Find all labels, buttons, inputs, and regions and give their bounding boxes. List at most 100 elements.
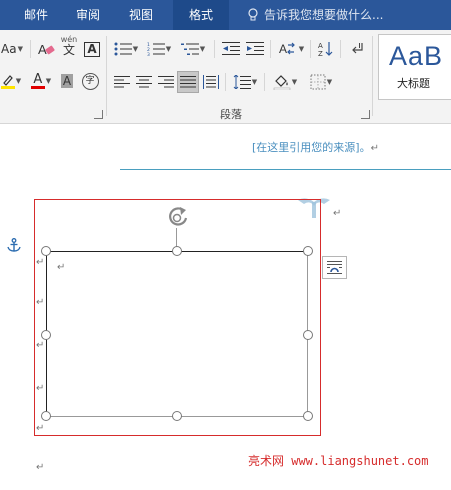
character-shading-icon: A	[60, 74, 74, 88]
decrease-indent-icon	[222, 42, 240, 55]
show-hide-marks-button[interactable]	[346, 38, 368, 60]
header-rule	[120, 169, 451, 170]
paint-bucket-icon	[273, 75, 291, 90]
highlighter-icon	[0, 75, 15, 89]
lightbulb-icon	[248, 8, 258, 21]
layout-options-icon	[327, 261, 342, 274]
tab-review[interactable]: 审阅	[65, 0, 111, 30]
align-right-button[interactable]	[156, 71, 176, 93]
svg-text:A: A	[279, 42, 287, 56]
character-border-icon: A	[84, 41, 100, 57]
divider	[225, 73, 226, 91]
divider	[270, 40, 271, 58]
align-left-button[interactable]	[112, 71, 132, 93]
resize-handle-top-right[interactable]	[303, 246, 313, 256]
paragraph-mark: ↵	[57, 262, 66, 273]
chinese-layout-button[interactable]: A ▼	[276, 38, 306, 60]
source-citation-text: [在这里引用您的来源]。	[252, 141, 371, 154]
divider	[310, 40, 311, 58]
numbering-icon: 123	[147, 42, 165, 56]
borders-icon	[310, 74, 326, 90]
divider	[30, 40, 31, 58]
svg-text:3: 3	[147, 52, 150, 56]
align-right-icon	[158, 76, 174, 88]
sort-icon: AZ	[318, 42, 333, 57]
ribbon-tab-bar: 邮件 审阅 视图 格式 告诉我您想要做什么...	[0, 0, 451, 30]
align-center-button[interactable]	[134, 71, 154, 93]
resize-handle-bottom-left[interactable]	[41, 411, 51, 421]
resize-handle-bottom-right[interactable]	[303, 411, 313, 421]
multilevel-list-icon	[180, 43, 199, 55]
change-case-button[interactable]: Aa ▼	[0, 38, 24, 60]
distributed-icon	[203, 75, 219, 89]
increase-indent-button[interactable]	[244, 38, 266, 60]
tab-format[interactable]: 格式	[173, 0, 229, 30]
distributed-button[interactable]	[201, 71, 221, 93]
paragraph-mark: ↵	[36, 462, 45, 473]
anchor-icon[interactable]	[7, 238, 21, 252]
font-color-button[interactable]: A ▼	[28, 70, 54, 92]
paragraph-mark: ↵	[36, 383, 45, 394]
ribbon: Aa ▼ A wén 文 A ▼ A ▼ A 字 ▼ 1 2 3 ▼ ▼ A ▼…	[0, 30, 451, 124]
divider	[106, 36, 107, 116]
bullets-icon	[114, 42, 132, 56]
borders-button[interactable]: ▼	[304, 71, 338, 93]
enclose-characters-button[interactable]: 字	[80, 70, 100, 92]
resize-handle-right[interactable]	[303, 330, 313, 340]
text-highlight-color-button[interactable]: ▼	[0, 70, 22, 92]
style-name: 大标题	[397, 77, 430, 90]
justify-button[interactable]	[177, 71, 199, 93]
multilevel-list-button[interactable]: ▼	[178, 38, 208, 60]
character-border-button[interactable]: A	[82, 38, 102, 60]
tab-mailings[interactable]: 邮件	[13, 0, 59, 30]
source-citation-placeholder[interactable]: [在这里引用您的来源]。↵	[252, 139, 379, 155]
layout-options-button[interactable]	[322, 256, 347, 279]
style-sample-text: AaB	[389, 41, 444, 71]
phonetic-char: 文	[62, 43, 75, 57]
tab-view[interactable]: 视图	[118, 0, 164, 30]
increase-indent-icon	[246, 42, 264, 55]
paragraph-mark: ↵	[333, 208, 342, 219]
paragraph-group-label: 段落	[220, 108, 242, 121]
justify-icon	[180, 76, 196, 88]
chinese-layout-icon: A	[279, 42, 295, 56]
tell-me-box[interactable]: 告诉我您想要做什么...	[248, 0, 383, 30]
style-heading-card[interactable]: AaB 大标题	[378, 34, 451, 100]
font-color-swatch	[30, 85, 45, 89]
bullets-button[interactable]: ▼	[112, 38, 140, 60]
numbering-button[interactable]: 123 ▼	[145, 38, 173, 60]
phonetic-guide-button[interactable]: wén 文	[58, 34, 80, 56]
resize-handle-top[interactable]	[172, 246, 182, 256]
divider	[214, 40, 215, 58]
paragraph-mark: ↵	[36, 297, 45, 308]
paragraph-mark: ↵	[36, 340, 45, 351]
divider	[340, 40, 341, 58]
paragraph-mark: ↵	[36, 423, 45, 434]
line-spacing-icon	[233, 75, 251, 89]
line-spacing-button[interactable]: ▼	[230, 71, 260, 93]
svg-text:A: A	[318, 42, 323, 50]
divider	[372, 36, 373, 116]
change-case-label: Aa	[1, 42, 17, 56]
paragraph-mark: ↵	[370, 143, 379, 154]
font-color-icon: A	[30, 71, 45, 89]
clear-formatting-button[interactable]: A	[36, 38, 56, 60]
rotate-handle-icon[interactable]	[166, 206, 190, 228]
enclose-characters-icon: 字	[81, 72, 99, 90]
divider	[264, 73, 265, 91]
shading-button[interactable]: ▼	[270, 71, 300, 93]
resize-handle-left[interactable]	[41, 330, 51, 340]
tell-me-placeholder: 告诉我您想要做什么...	[264, 8, 384, 22]
clear-formatting-icon: A	[38, 42, 55, 57]
paragraph-mark: ↵	[36, 257, 45, 268]
decrease-indent-button[interactable]	[220, 38, 242, 60]
font-color-char: A	[33, 71, 43, 87]
paragraph-dialog-launcher-icon[interactable]	[361, 110, 370, 119]
character-shading-button[interactable]: A	[58, 70, 76, 92]
site-watermark: 亮术网 www.liangshunet.com	[248, 454, 429, 468]
sort-button[interactable]: AZ	[316, 38, 336, 60]
font-dialog-launcher-icon[interactable]	[94, 110, 103, 119]
resize-handle-bottom[interactable]	[172, 411, 182, 421]
rectangle-shape[interactable]	[46, 251, 308, 417]
resize-handle-top-left[interactable]	[41, 246, 51, 256]
